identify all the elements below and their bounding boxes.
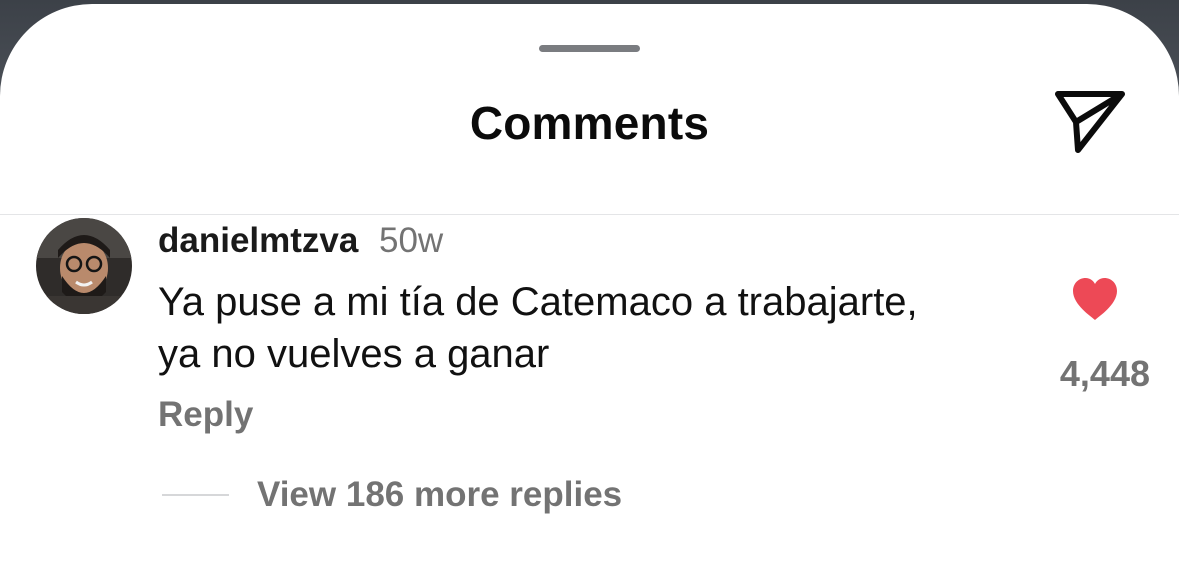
comment-text-line: Ya puse a mi tía de Catemaco a trabajart…: [158, 280, 918, 324]
comment-text: Ya puse a mi tía de Catemaco a trabajart…: [158, 276, 1018, 380]
replies-divider-line: [162, 494, 229, 496]
send-icon: [1055, 91, 1125, 153]
view-more-replies-button[interactable]: View 186 more replies: [257, 475, 622, 515]
comment-timestamp: 50w: [379, 221, 444, 260]
page-title: Comments: [469, 97, 710, 149]
sheet-grabber-handle[interactable]: [539, 45, 640, 52]
like-count: 4,448: [1059, 353, 1150, 394]
header-divider: [0, 214, 1179, 215]
comment-text-line: ya no vuelves a ganar: [158, 332, 550, 376]
comments-sheet: Comments danielmtzva 50w Ya puse a mi tí…: [0, 4, 1179, 564]
share-button[interactable]: [1052, 88, 1128, 158]
avatar[interactable]: [36, 218, 132, 314]
like-button[interactable]: [1070, 276, 1120, 322]
reply-button[interactable]: Reply: [158, 395, 253, 435]
comment-username[interactable]: danielmtzva: [158, 221, 358, 261]
heart-icon: [1073, 278, 1117, 320]
